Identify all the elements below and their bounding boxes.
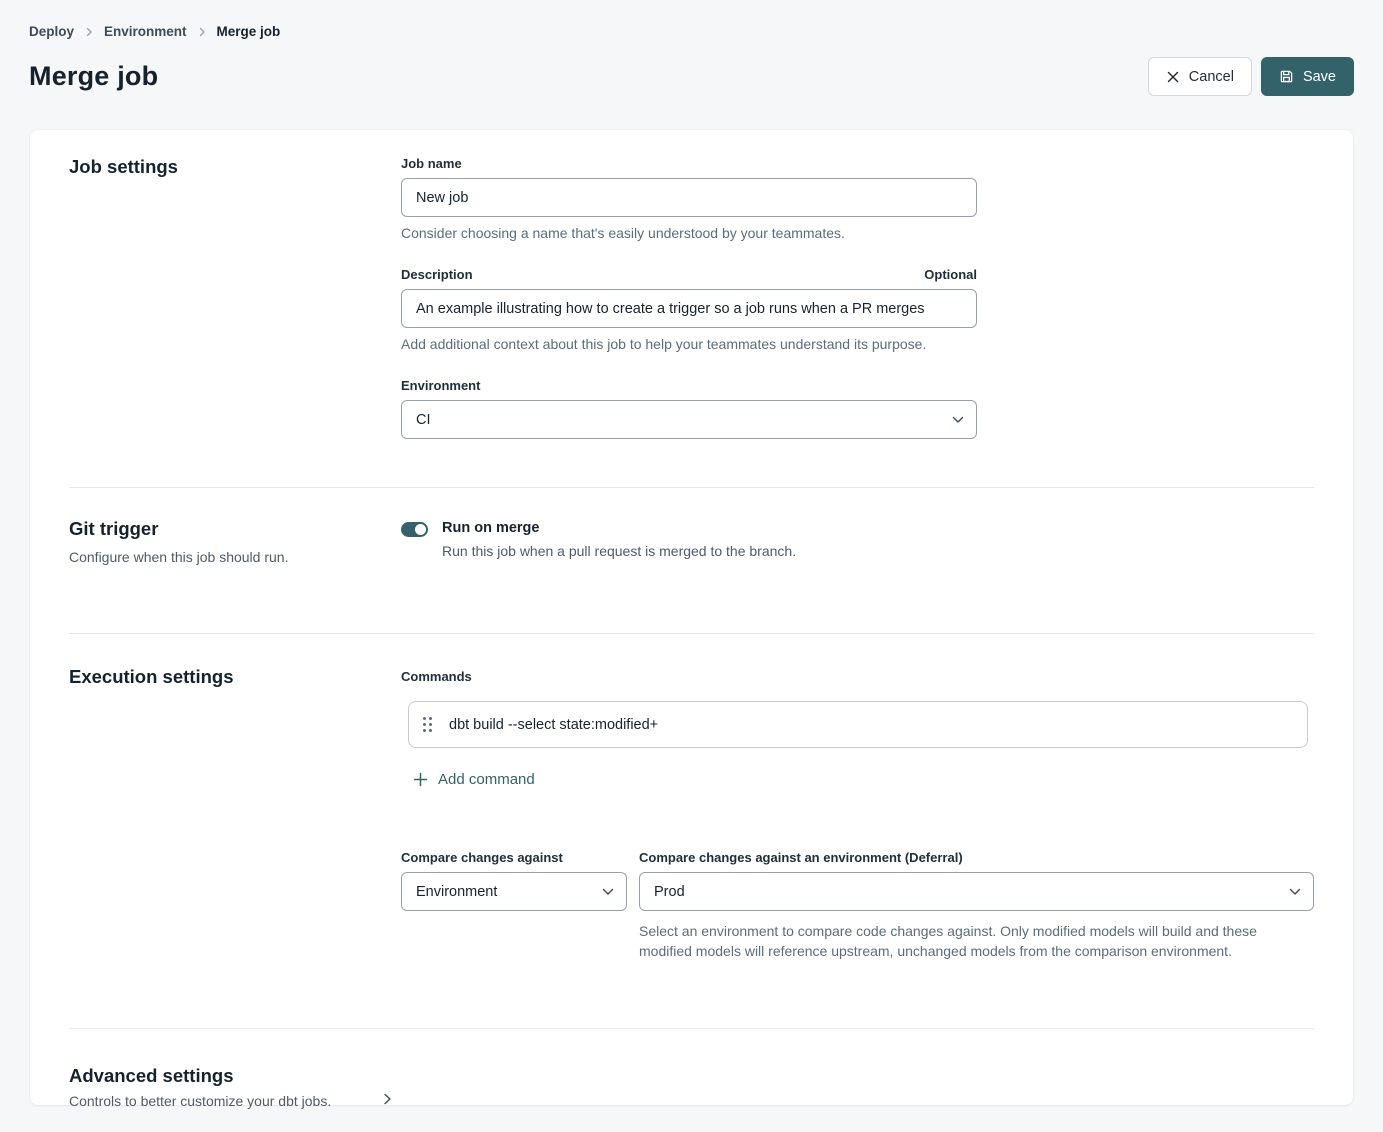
description-helper: Add additional context about this job to… bbox=[401, 336, 1314, 352]
plus-icon bbox=[413, 772, 428, 787]
description-field-group: Description Optional Add additional cont… bbox=[401, 267, 1314, 352]
job-name-label: Job name bbox=[401, 156, 462, 171]
breadcrumb: Deploy Environment Merge job bbox=[29, 24, 1354, 39]
chevron-down-icon bbox=[952, 412, 964, 428]
save-icon bbox=[1279, 69, 1294, 84]
git-trigger-title: Git trigger bbox=[69, 518, 401, 540]
environment-field-group: Environment CI bbox=[401, 378, 1314, 439]
run-on-merge-label: Run on merge bbox=[442, 520, 796, 536]
expand-chevron-right-icon[interactable] bbox=[381, 1092, 393, 1106]
deferral-value: Prod bbox=[654, 884, 685, 900]
breadcrumb-deploy[interactable]: Deploy bbox=[29, 24, 74, 39]
environment-select[interactable]: CI bbox=[401, 400, 977, 439]
environment-label: Environment bbox=[401, 378, 480, 393]
page-header: Deploy Environment Merge job Merge job C… bbox=[0, 0, 1383, 96]
save-button[interactable]: Save bbox=[1261, 57, 1354, 96]
breadcrumb-merge-job: Merge job bbox=[217, 24, 281, 39]
commands-label: Commands bbox=[401, 669, 472, 684]
job-name-helper: Consider choosing a name that's easily u… bbox=[401, 225, 1314, 241]
advanced-settings-subtitle: Controls to better customize your dbt jo… bbox=[69, 1093, 381, 1109]
run-on-merge-toggle[interactable] bbox=[401, 522, 428, 537]
deferral-helper: Select an environment to compare code ch… bbox=[639, 921, 1299, 962]
job-settings-title: Job settings bbox=[69, 156, 401, 178]
save-button-label: Save bbox=[1303, 69, 1336, 85]
job-name-input[interactable] bbox=[401, 178, 977, 217]
cancel-button[interactable]: Cancel bbox=[1148, 57, 1252, 96]
cancel-button-label: Cancel bbox=[1189, 69, 1234, 85]
chevron-down-icon bbox=[602, 884, 614, 900]
run-on-merge-description: Run this job when a pull request is merg… bbox=[442, 543, 796, 559]
drag-handle-icon[interactable] bbox=[423, 717, 432, 732]
compare-changes-select[interactable]: Environment bbox=[401, 872, 627, 911]
page-title: Merge job bbox=[29, 61, 158, 92]
compare-changes-value: Environment bbox=[416, 884, 497, 900]
compare-changes-label: Compare changes against bbox=[401, 850, 563, 865]
compare-fields: Compare changes against Environment Comp… bbox=[401, 850, 1314, 962]
section-execution-settings: Execution settings Commands dbt build --… bbox=[69, 634, 1314, 1028]
add-command-label: Add command bbox=[438, 771, 535, 788]
deferral-label: Compare changes against an environment (… bbox=[639, 850, 963, 865]
git-trigger-subtitle: Configure when this job should run. bbox=[69, 549, 401, 565]
deferral-select[interactable]: Prod bbox=[639, 872, 1314, 911]
chevron-down-icon bbox=[1289, 884, 1301, 900]
job-name-field-group: Job name Consider choosing a name that's… bbox=[401, 156, 1314, 241]
environment-select-value: CI bbox=[416, 412, 431, 428]
description-input[interactable] bbox=[401, 289, 977, 328]
section-git-trigger: Git trigger Configure when this job shou… bbox=[69, 488, 1314, 633]
header-actions: Cancel Save bbox=[1148, 57, 1354, 96]
add-command-button[interactable]: Add command bbox=[413, 771, 535, 788]
section-advanced-settings[interactable]: Advanced settings Controls to better cus… bbox=[69, 1029, 1314, 1109]
chevron-right-icon bbox=[197, 27, 207, 37]
breadcrumb-environment[interactable]: Environment bbox=[104, 24, 187, 39]
description-label: Description bbox=[401, 267, 473, 282]
close-icon bbox=[1166, 70, 1180, 84]
merge-job-page: Deploy Environment Merge job Merge job C… bbox=[0, 0, 1383, 1132]
chevron-right-icon bbox=[84, 27, 94, 37]
advanced-settings-title: Advanced settings bbox=[69, 1065, 381, 1087]
command-row: dbt build --select state:modified+ bbox=[408, 701, 1308, 748]
run-on-merge-row: Run on merge Run this job when a pull re… bbox=[401, 518, 1314, 559]
command-text[interactable]: dbt build --select state:modified+ bbox=[449, 717, 658, 733]
description-optional-tag: Optional bbox=[924, 267, 977, 282]
execution-settings-title: Execution settings bbox=[69, 666, 401, 688]
section-job-settings: Job settings Job name Consider choosing … bbox=[69, 130, 1314, 487]
job-settings-card: Job settings Job name Consider choosing … bbox=[30, 130, 1353, 1105]
